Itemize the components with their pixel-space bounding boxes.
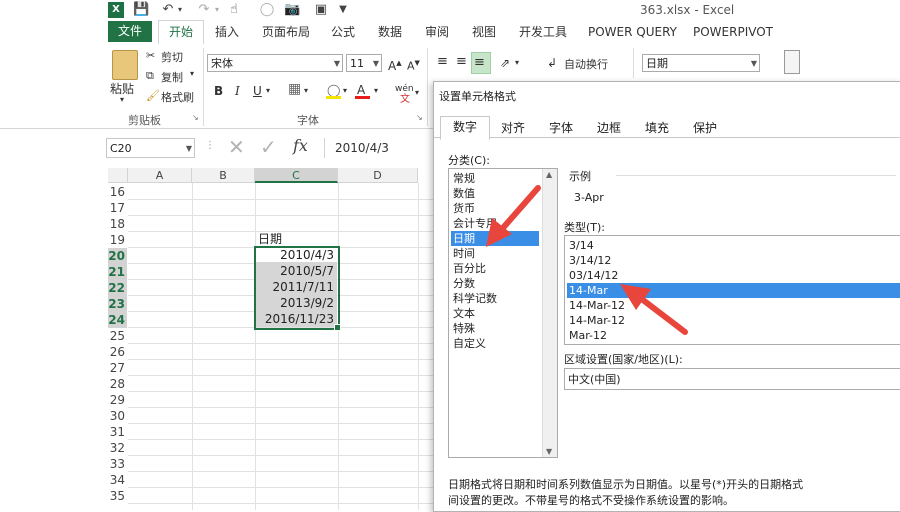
annotation-arrows (486, 185, 688, 335)
arrow-to-14-mar-icon (620, 284, 688, 335)
arrow-to-date-category-icon (486, 185, 541, 247)
